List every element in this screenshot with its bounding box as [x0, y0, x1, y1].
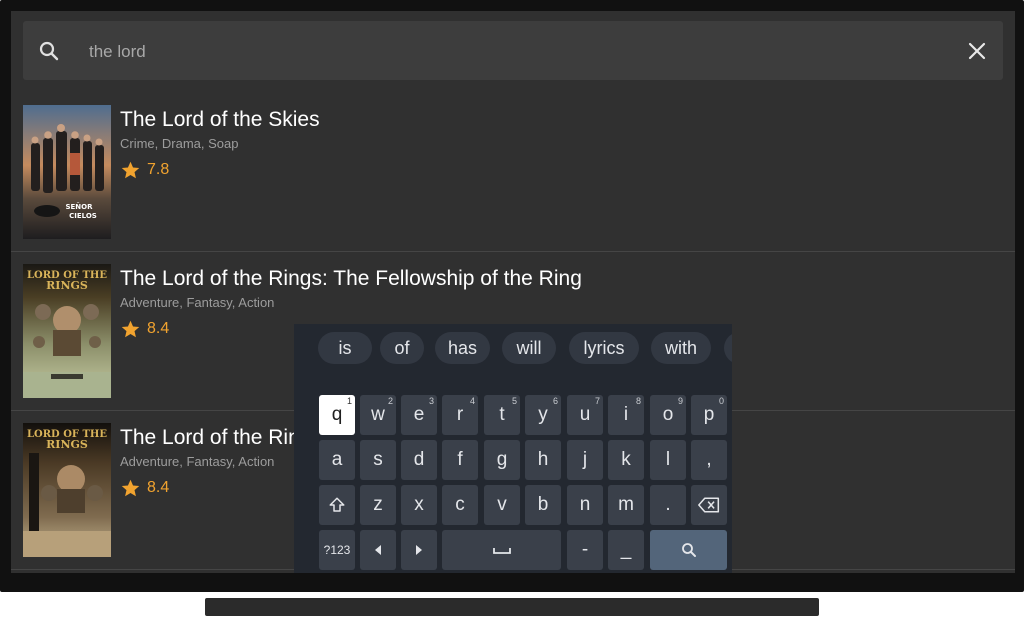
search-input[interactable]: [87, 36, 911, 68]
star-icon: [121, 320, 140, 337]
key-c[interactable]: c: [442, 485, 478, 525]
result-genres: Adventure, Fantasy, Action: [120, 454, 275, 469]
star-icon: [121, 479, 140, 496]
rating-value: 8.4: [147, 479, 170, 496]
key-k[interactable]: k: [608, 440, 644, 480]
poster-image: LORD OF THE RINGS: [23, 264, 111, 398]
search-submit-key[interactable]: [650, 530, 727, 570]
result-title: The Lord of the Rings: The Fellowship of…: [120, 267, 582, 290]
search-bar[interactable]: [23, 21, 1003, 80]
result-genres: Crime, Drama, Soap: [120, 136, 239, 151]
suggestion-chip[interactable]: will: [502, 332, 556, 364]
key-y[interactable]: y6: [525, 395, 561, 435]
arrow-left-icon: [375, 545, 381, 555]
key-a[interactable]: a: [319, 440, 355, 480]
suggestion-chip[interactable]: has: [435, 332, 490, 364]
close-icon[interactable]: [965, 39, 989, 63]
suggestion-chip[interactable]: lyrics: [569, 332, 639, 364]
key-p[interactable]: p0: [691, 395, 727, 435]
tv-stand: [205, 598, 819, 616]
shift-icon: [329, 497, 345, 512]
rating-value: 8.4: [147, 320, 170, 337]
key-q[interactable]: q1: [319, 395, 355, 435]
key-period[interactable]: .: [650, 485, 686, 525]
onscreen-keyboard: is of has will lyrics with b q1 w2 e3 r4…: [294, 324, 732, 573]
svg-text:CIELOS: CIELOS: [69, 212, 97, 220]
svg-text:RINGS: RINGS: [46, 279, 88, 292]
key-j[interactable]: j: [567, 440, 603, 480]
key-m[interactable]: m: [608, 485, 644, 525]
key-b[interactable]: b: [525, 485, 561, 525]
symbols-key[interactable]: ?123: [319, 530, 355, 570]
search-icon: [39, 41, 59, 61]
key-s[interactable]: s: [360, 440, 396, 480]
key-d[interactable]: d: [401, 440, 437, 480]
key-e[interactable]: e3: [401, 395, 437, 435]
suggestion-chip[interactable]: with: [651, 332, 711, 364]
key-z[interactable]: z: [360, 485, 396, 525]
suggestion-chip[interactable]: b: [724, 332, 732, 364]
key-g[interactable]: g: [484, 440, 520, 480]
poster-caption: SEÑOR: [65, 202, 93, 211]
underscore-key[interactable]: _: [608, 530, 644, 570]
poster-image: LORD OF THE RINGS: [23, 423, 111, 557]
key-f[interactable]: f: [442, 440, 478, 480]
search-icon: [681, 543, 696, 557]
key-l[interactable]: l: [650, 440, 686, 480]
result-title: The Lord of the Skies: [120, 108, 320, 131]
svg-text:RINGS: RINGS: [46, 438, 88, 451]
rating: 7.8: [120, 159, 169, 181]
cursor-right-key[interactable]: [401, 530, 437, 570]
poster-image: SEÑOR CIELOS: [23, 105, 111, 239]
key-comma[interactable]: ,: [691, 440, 727, 480]
key-w[interactable]: w2: [360, 395, 396, 435]
key-v[interactable]: v: [484, 485, 520, 525]
result-genres: Adventure, Fantasy, Action: [120, 295, 275, 310]
star-icon: [121, 161, 140, 178]
rating: 8.4: [120, 318, 169, 340]
key-r[interactable]: r4: [442, 395, 478, 435]
backspace-icon: [698, 497, 720, 513]
shift-key[interactable]: [319, 485, 355, 525]
cursor-left-key[interactable]: [360, 530, 396, 570]
space-icon: [492, 548, 511, 554]
key-o[interactable]: o9: [650, 395, 686, 435]
dash-key[interactable]: -: [567, 530, 603, 570]
key-x[interactable]: x: [401, 485, 437, 525]
key-t[interactable]: t5: [484, 395, 520, 435]
tv-frame: SEÑOR CIELOS The Lord of the Skies Crime…: [0, 0, 1024, 592]
key-h[interactable]: h: [525, 440, 561, 480]
rating: 8.4: [120, 477, 169, 499]
rating-value: 7.8: [147, 161, 170, 178]
key-i[interactable]: i8: [608, 395, 644, 435]
arrow-right-icon: [416, 545, 422, 555]
backspace-key[interactable]: [691, 485, 727, 525]
tv-screen: SEÑOR CIELOS The Lord of the Skies Crime…: [11, 11, 1015, 573]
key-u[interactable]: u7: [567, 395, 603, 435]
key-n[interactable]: n: [567, 485, 603, 525]
suggestion-chip[interactable]: is: [318, 332, 372, 364]
suggestion-chip[interactable]: of: [380, 332, 424, 364]
result-item[interactable]: SEÑOR CIELOS The Lord of the Skies Crime…: [11, 93, 1015, 252]
space-key[interactable]: [442, 530, 561, 570]
suggestion-strip: is of has will lyrics with b: [294, 324, 732, 374]
